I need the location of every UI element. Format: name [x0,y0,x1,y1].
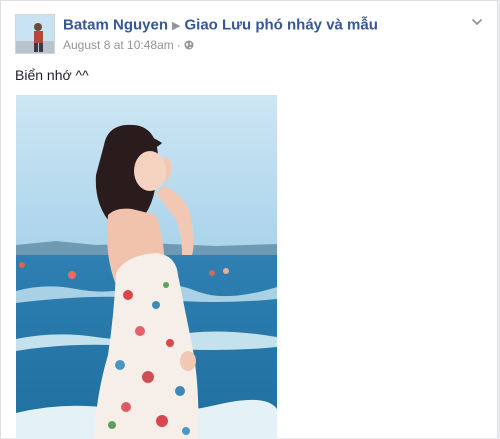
author-name[interactable]: Batam Nguyen [63,17,168,34]
avatar-image [16,15,54,53]
group-name[interactable]: Giao Lưu phó nháy và mẫu [185,17,378,34]
post-header: Batam Nguyen ▶ Giao Lưu phó nháy và mẫu [63,16,378,36]
post-card: Batam Nguyen ▶ Giao Lưu phó nháy và mẫu Au… [0,0,498,439]
meta-separator: · [176,38,181,52]
triangle-right-icon: ▶ [172,19,181,32]
post-timestamp[interactable]: August 8 at 10:48am [63,38,174,52]
avatar[interactable] [15,14,55,54]
globe-icon[interactable] [184,40,194,50]
chevron-down-icon[interactable] [471,17,483,27]
post-text: Biển nhớ ^^ [15,67,89,83]
post-meta: August 8 at 10:48am · [63,38,194,52]
post-photo[interactable] [16,95,277,439]
